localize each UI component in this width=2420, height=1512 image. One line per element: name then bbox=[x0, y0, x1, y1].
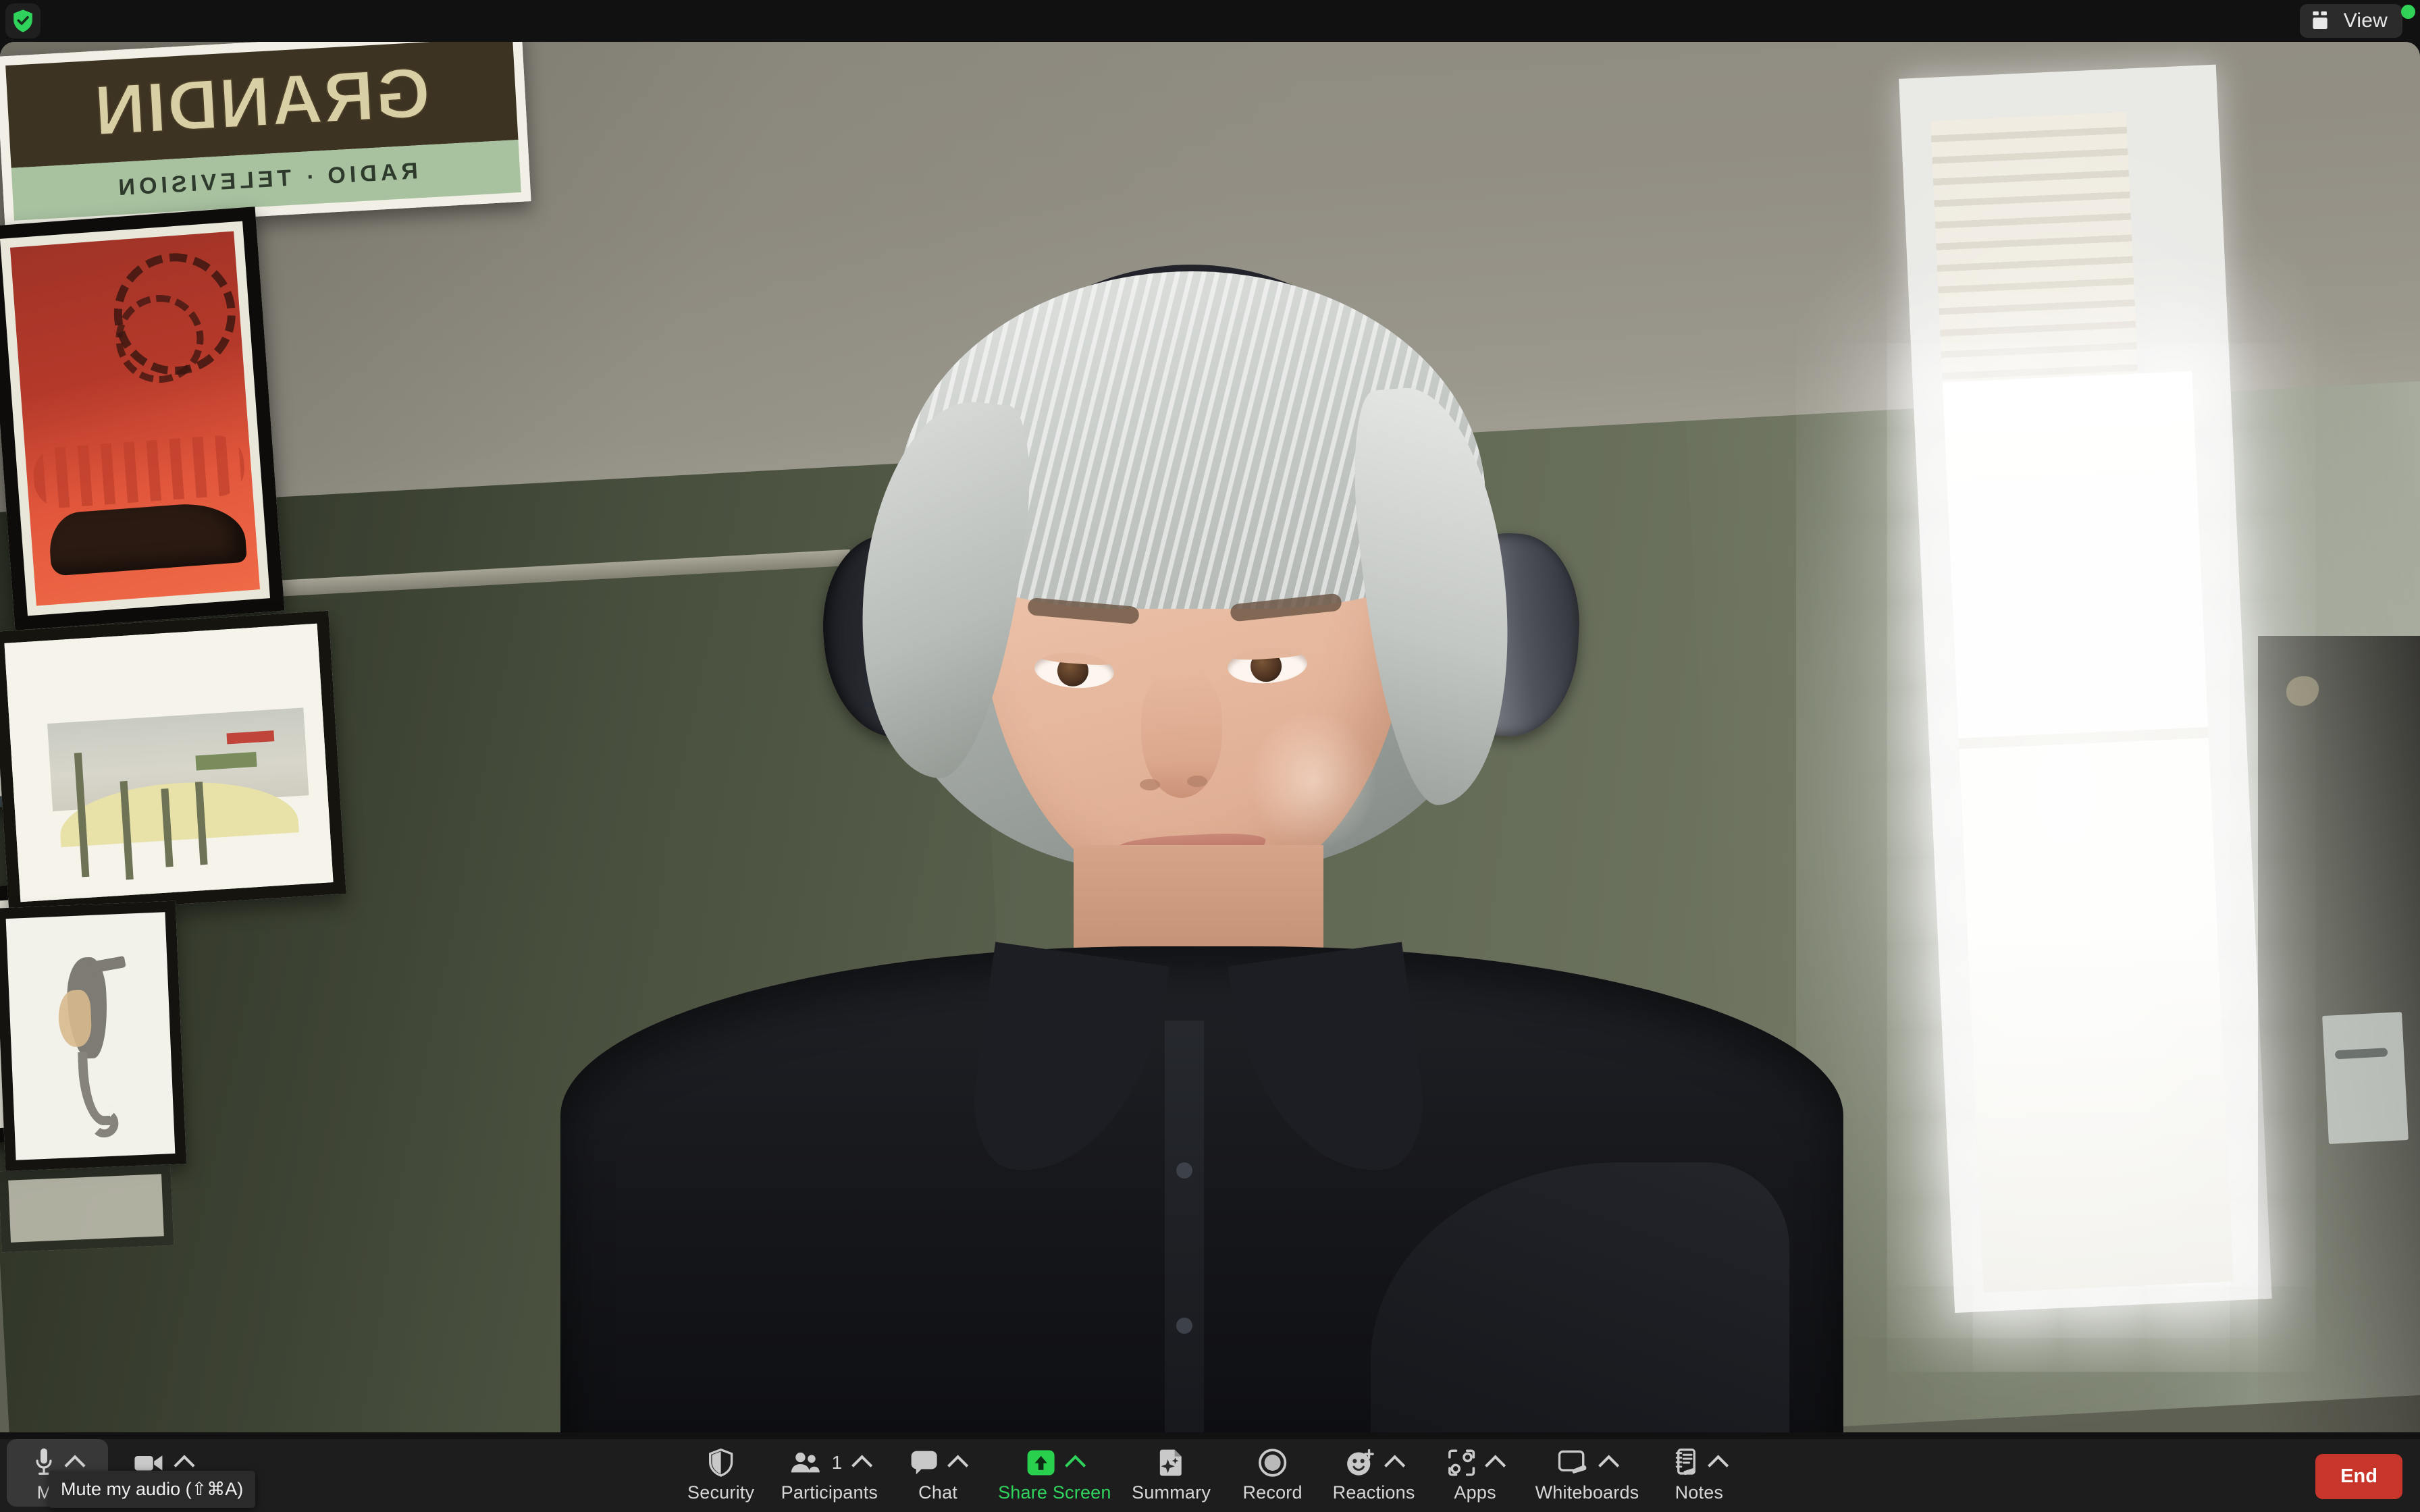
notes-icon bbox=[1673, 1449, 1698, 1477]
nostril-left bbox=[1140, 779, 1160, 790]
end-meeting-button[interactable]: End bbox=[2315, 1454, 2402, 1499]
framed-artwork-below-seahorse bbox=[0, 1164, 174, 1253]
shirt-button bbox=[1176, 1318, 1192, 1334]
apps-button-label: Apps bbox=[1454, 1482, 1496, 1503]
participant-person bbox=[560, 265, 1843, 1432]
apps-options-caret[interactable] bbox=[1485, 1455, 1506, 1476]
people-icon bbox=[790, 1451, 821, 1475]
toolbar-right-group: End bbox=[2315, 1454, 2402, 1499]
poster-script-text bbox=[31, 433, 246, 510]
participants-button-label: Participants bbox=[781, 1482, 878, 1503]
shield-icon bbox=[708, 1449, 734, 1477]
nostril-right bbox=[1187, 776, 1207, 787]
cheek-highlight bbox=[1249, 710, 1377, 852]
reactions-button-label: Reactions bbox=[1332, 1482, 1415, 1503]
window-daylight bbox=[1942, 371, 2234, 1293]
seahorse-print bbox=[0, 900, 187, 1172]
shoe-graphic bbox=[47, 500, 248, 576]
summary-button-label: Summary bbox=[1132, 1482, 1211, 1503]
notes-button-label: Notes bbox=[1675, 1482, 1724, 1503]
meeting-toolbar: Mute Stop Video Mute my audio (⇧⌘A) bbox=[0, 1439, 2420, 1512]
chat-options-caret[interactable] bbox=[947, 1455, 969, 1476]
notes-options-caret[interactable] bbox=[1707, 1455, 1729, 1476]
grandin-poster-title: GRANDIN bbox=[90, 53, 433, 152]
smiley-plus-icon bbox=[1346, 1449, 1375, 1477]
whiteboards-button-label: Whiteboards bbox=[1535, 1482, 1639, 1503]
reactions-options-caret[interactable] bbox=[1384, 1455, 1406, 1476]
summary-button[interactable]: Summary bbox=[1121, 1439, 1222, 1507]
apps-icon bbox=[1448, 1449, 1476, 1477]
shield-check-icon bbox=[11, 9, 34, 33]
city-watercolor-print bbox=[0, 610, 346, 915]
right-wall-card-object bbox=[2322, 1012, 2409, 1144]
participants-options-caret[interactable] bbox=[851, 1455, 872, 1476]
chat-bubble-icon bbox=[910, 1450, 939, 1476]
whiteboards-button[interactable]: Whiteboards bbox=[1526, 1439, 1649, 1507]
mute-tooltip: Mute my audio (⇧⌘A) bbox=[49, 1471, 256, 1508]
reactions-button[interactable]: Reactions bbox=[1323, 1439, 1425, 1507]
red-shoe-poster-field bbox=[9, 231, 261, 606]
apps-button[interactable]: Apps bbox=[1425, 1439, 1526, 1507]
window-casing bbox=[1899, 64, 2272, 1314]
whiteboards-options-caret[interactable] bbox=[1598, 1455, 1620, 1476]
record-button-label: Record bbox=[1242, 1482, 1303, 1503]
zoom-meeting-window: View GRANDIN RADIO · TELEVISION Mute my … bbox=[0, 0, 2420, 1512]
record-circle-icon bbox=[1258, 1449, 1287, 1477]
share-screen-button-label: Share Screen bbox=[998, 1482, 1111, 1503]
record-button[interactable]: Record bbox=[1222, 1439, 1323, 1507]
notes-button[interactable]: Notes bbox=[1648, 1439, 1750, 1507]
whiteboard-icon bbox=[1558, 1450, 1589, 1476]
shirt-placket bbox=[1165, 1021, 1204, 1432]
red-shoe-poster bbox=[0, 207, 285, 630]
security-button[interactable]: Security bbox=[670, 1439, 772, 1507]
seahorse-illustration bbox=[45, 949, 134, 1141]
view-button[interactable]: View bbox=[2299, 4, 2402, 38]
grandin-poster: GRANDIN RADIO · TELEVISION bbox=[0, 42, 531, 231]
toolbar-center-group: Security 1 Participants Chat Share Scree… bbox=[670, 1439, 1750, 1512]
ai-summary-icon bbox=[1159, 1449, 1184, 1477]
view-button-label: View bbox=[2343, 9, 2388, 32]
share-screen-button[interactable]: Share Screen bbox=[989, 1439, 1121, 1507]
participants-button[interactable]: 1 Participants bbox=[772, 1439, 887, 1507]
chat-button[interactable]: Chat bbox=[887, 1439, 989, 1507]
camera-active-dot bbox=[2401, 5, 2415, 19]
security-button-label: Security bbox=[687, 1482, 755, 1503]
shirt-button bbox=[1176, 1162, 1192, 1179]
window-blinds bbox=[1930, 111, 2138, 384]
security-shield-badge[interactable] bbox=[5, 3, 41, 38]
participants-count: 1 bbox=[831, 1452, 843, 1473]
participant-video-tile[interactable]: GRANDIN RADIO · TELEVISION bbox=[0, 42, 2420, 1432]
meeting-top-bar: View bbox=[0, 0, 2420, 42]
toolbar-left-group: Mute Stop Video Mute my audio (⇧⌘A) bbox=[7, 1439, 256, 1512]
grandin-poster-subtitle: RADIO · TELEVISION bbox=[113, 158, 419, 201]
grid-view-icon bbox=[2312, 11, 2335, 31]
share-screen-options-caret[interactable] bbox=[1065, 1455, 1086, 1476]
share-screen-icon bbox=[1026, 1449, 1056, 1476]
chat-button-label: Chat bbox=[918, 1482, 958, 1503]
